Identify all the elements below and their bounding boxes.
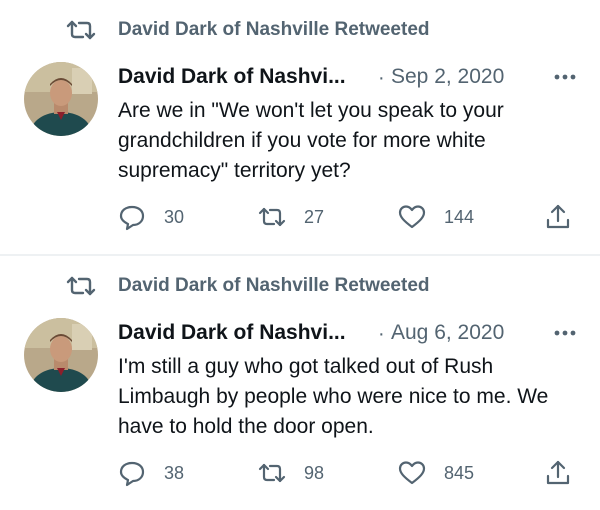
like-button[interactable]: 144 xyxy=(398,200,474,234)
avatar[interactable] xyxy=(24,62,98,136)
header-separator: · xyxy=(378,67,385,89)
tweet-card[interactable]: David Dark of Nashville Retweeted David … xyxy=(0,0,600,254)
retweet-button[interactable]: 98 xyxy=(258,456,324,490)
share-icon xyxy=(546,460,570,485)
avatar-image xyxy=(24,318,98,392)
tweet-header: David Dark of Nashvi... · Aug 6, 2020 xyxy=(118,319,578,349)
share-button[interactable] xyxy=(544,456,572,490)
like-count: 845 xyxy=(444,462,475,483)
tweet-card[interactable]: David Dark of Nashville Retweeted David … xyxy=(0,256,600,510)
heart-icon xyxy=(398,461,426,485)
tweet-text: I'm still a guy who got talked out of Ru… xyxy=(118,355,549,438)
more-icon[interactable] xyxy=(552,323,578,343)
retweet-count: 98 xyxy=(304,462,325,483)
share-icon xyxy=(546,204,570,229)
tweet-date[interactable]: Sep 2, 2020 xyxy=(391,65,504,89)
tweet-header: David Dark of Nashvi... · Sep 2, 2020 xyxy=(118,63,578,93)
timeline-feed: David Dark of Nashville Retweeted David … xyxy=(0,0,600,510)
retweeted-by-label: David Dark of Nashville Retweeted xyxy=(118,19,430,40)
author-name[interactable]: David Dark of Nashvi... xyxy=(118,321,346,345)
reply-icon xyxy=(119,205,145,231)
retweet-icon xyxy=(258,463,286,483)
reply-button[interactable]: 38 xyxy=(118,456,184,490)
retweet-context[interactable]: David Dark of Nashville Retweeted xyxy=(64,16,430,44)
retweet-icon xyxy=(66,20,96,40)
retweet-count: 27 xyxy=(304,206,325,227)
retweet-button[interactable]: 27 xyxy=(258,200,324,234)
avatar-image xyxy=(24,62,98,136)
reply-count: 30 xyxy=(164,206,185,227)
reply-count: 38 xyxy=(164,462,185,483)
like-button[interactable]: 845 xyxy=(398,456,474,490)
like-count: 144 xyxy=(444,206,475,227)
reply-icon xyxy=(119,461,145,487)
header-separator: · xyxy=(378,323,385,345)
retweet-icon xyxy=(258,207,286,227)
reply-button[interactable]: 30 xyxy=(118,200,184,234)
retweet-icon xyxy=(66,276,96,296)
share-button[interactable] xyxy=(544,200,572,234)
more-icon[interactable] xyxy=(552,67,578,87)
tweet-date[interactable]: Aug 6, 2020 xyxy=(391,321,504,345)
tweet-actions: 30 27 144 xyxy=(118,200,578,234)
tweet-text: Are we in "We won't let you speak to you… xyxy=(118,99,504,182)
author-name[interactable]: David Dark of Nashvi... xyxy=(118,65,346,89)
tweet-actions: 38 98 845 xyxy=(118,456,578,490)
retweet-context[interactable]: David Dark of Nashville Retweeted xyxy=(64,272,430,300)
avatar[interactable] xyxy=(24,318,98,392)
retweeted-by-label: David Dark of Nashville Retweeted xyxy=(118,275,430,296)
heart-icon xyxy=(398,205,426,229)
